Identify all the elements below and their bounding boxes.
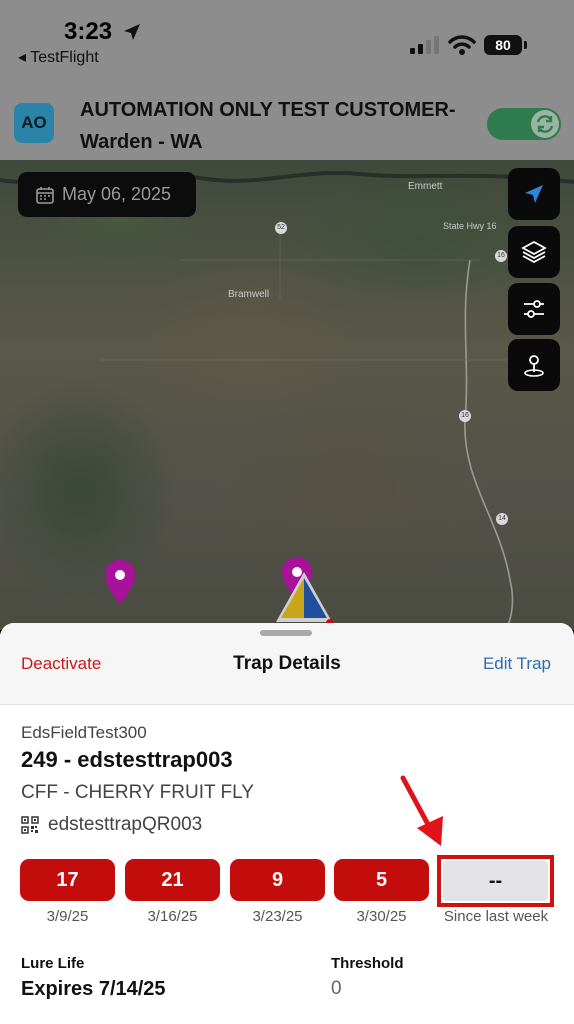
cellular-signal-icon (410, 36, 440, 54)
battery-indicator: 80 (484, 35, 527, 55)
since-last-week-label: Since last week (443, 908, 549, 925)
edit-trap-button[interactable]: Edit Trap (483, 654, 551, 674)
drop-pin-button[interactable] (508, 339, 560, 391)
trap-count-date: 3/30/25 (356, 908, 407, 925)
layers-icon (521, 240, 547, 264)
sheet-grabber[interactable] (260, 630, 312, 636)
location-arrow-icon (525, 185, 543, 203)
field-name: EdsFieldTest300 (21, 723, 147, 742)
threshold-label: Threshold (331, 955, 404, 972)
map-label-emmett: Emmett (408, 181, 443, 192)
sync-icon (531, 110, 559, 138)
sync-toggle[interactable] (487, 108, 561, 140)
trap-count-button[interactable]: 5 (334, 859, 429, 901)
customer-avatar[interactable]: AO (14, 103, 54, 143)
top-bar: 3:23 ◂ TestFlight 80 AO AUTOMATION ONLY … (0, 0, 574, 160)
route-shield: 14 (496, 513, 508, 525)
trap-count-button[interactable]: 21 (125, 859, 220, 901)
trap-map-pin[interactable] (103, 558, 137, 606)
threshold-value: 0 (331, 978, 342, 999)
lure-life-label: Lure Life (21, 955, 85, 972)
satellite-map[interactable]: Emmett Bramwell State Hwy 16 52 16 16 14 (0, 160, 574, 630)
layers-button[interactable] (508, 226, 560, 278)
since-last-week-button[interactable]: -- (443, 861, 548, 901)
trap-count-button[interactable]: 9 (230, 859, 325, 901)
trap-species: CFF - CHERRY FRUIT FLY (21, 782, 254, 803)
qr-code-value: edstesttrapQR003 (48, 814, 203, 835)
filter-button[interactable] (508, 283, 560, 335)
date-label: May 06, 2025 (62, 184, 172, 204)
selected-trap-marker[interactable] (272, 568, 336, 626)
calendar-icon (36, 186, 54, 204)
trap-count-date: 3/23/25 (252, 908, 303, 925)
location-services-icon (124, 24, 140, 40)
lure-life-value: Expires 7/14/25 (21, 978, 166, 1000)
locate-me-button[interactable] (508, 168, 560, 220)
annotation-arrow-icon (400, 775, 443, 846)
filter-sliders-icon (524, 300, 544, 318)
wifi-icon (448, 35, 476, 55)
back-to-testflight-link[interactable]: ◂ TestFlight (18, 47, 99, 67)
trap-name: 249 - edstesttrap003 (21, 747, 233, 772)
route-shield: 16 (495, 250, 507, 262)
sheet-header: Deactivate Trap Details Edit Trap (0, 623, 574, 705)
trap-qr-code: edstesttrapQR003 (21, 814, 202, 836)
map-pin-drop-icon (524, 355, 544, 377)
trap-count-button[interactable]: 17 (20, 859, 115, 901)
trap-count-date: 3/16/25 (147, 908, 198, 925)
status-time: 3:23 (64, 18, 113, 45)
map-label-highway: State Hwy 16 (443, 221, 497, 231)
date-selector[interactable]: May 06, 2025 (18, 172, 196, 217)
map-label-bramwell: Bramwell (228, 289, 270, 300)
route-shield: 16 (459, 410, 471, 422)
trap-count-date: 3/9/25 (46, 908, 89, 925)
route-shield: 52 (275, 222, 287, 234)
customer-title[interactable]: AUTOMATION ONLY TEST CUSTOMER- Warden - … (80, 94, 480, 158)
qr-code-icon (21, 816, 39, 834)
